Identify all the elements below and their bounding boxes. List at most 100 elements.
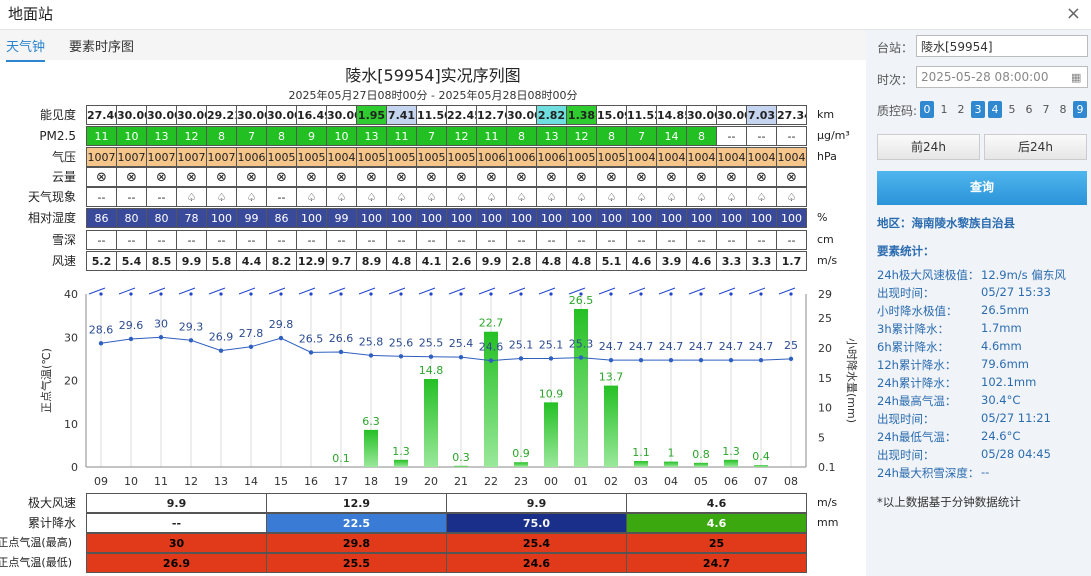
y-left-tick: 40	[64, 288, 78, 301]
table-cell: 12	[176, 126, 207, 146]
precip-bar	[574, 308, 588, 467]
table-cell: 11	[386, 126, 417, 146]
stat-value: --	[981, 465, 990, 479]
temperature-line	[100, 336, 792, 362]
table-cell: 100	[746, 208, 777, 228]
summary-cell: 9.9	[86, 493, 267, 513]
table-cell: --	[356, 230, 387, 250]
summary-cell: 25.5	[266, 553, 447, 573]
close-icon[interactable]: ×	[1066, 3, 1081, 24]
table-cell: 29.21	[206, 105, 237, 125]
table-cell: 100	[776, 208, 807, 228]
table-cell: 4.6	[626, 251, 657, 271]
table-cell: 11	[476, 126, 507, 146]
qc-code-toggle[interactable]: 2	[954, 101, 968, 118]
qc-code-toggle[interactable]: 6	[1022, 101, 1036, 118]
x-tick: 20	[424, 475, 438, 488]
row-unit: hPa	[817, 150, 837, 163]
wind-barb-dot	[249, 292, 253, 296]
qc-code-toggle[interactable]: 8	[1056, 101, 1070, 118]
wind-barb	[88, 287, 106, 295]
table-cell: ⊗	[386, 167, 417, 187]
time-input[interactable]	[916, 66, 1088, 88]
tab-element-series[interactable]: 要素时序图	[69, 36, 134, 55]
temperature-label: 30	[154, 317, 168, 330]
stat-key: 12h累计降水：	[877, 358, 957, 372]
qc-code-toggle[interactable]: 1	[937, 101, 951, 118]
table-cell: --	[296, 230, 327, 250]
table-cell: ⊗	[236, 167, 267, 187]
table-cell: ⊗	[446, 167, 477, 187]
qc-code-toggle[interactable]: 4	[988, 101, 1002, 118]
chart-svg: 403020100292520151050.1正点气温(℃) 小时降水量(mm)0…	[39, 287, 859, 488]
table-cell: ♤	[656, 187, 687, 207]
summary-unit: m/s	[817, 496, 838, 509]
temperature-point	[608, 357, 614, 363]
prev-24h-button[interactable]: 前24h	[877, 134, 980, 160]
tab-weather-clock[interactable]: 天气钟	[6, 36, 46, 62]
table-cell: 8	[206, 126, 237, 146]
temperature-label: 24.7	[599, 340, 624, 353]
x-tick: 11	[154, 475, 168, 488]
table-cell: 5.1	[596, 251, 627, 271]
x-tick: 15	[274, 475, 288, 488]
precip-bar	[724, 459, 738, 467]
table-cell: 100	[656, 208, 687, 228]
summary-cell: 25.4	[446, 533, 627, 553]
table-cell: 30.00	[176, 105, 207, 125]
qc-code-toggle[interactable]: 9	[1073, 101, 1087, 118]
temperature-point	[128, 336, 134, 342]
precip-label: 0.4	[752, 450, 770, 463]
precip-label: 0.3	[452, 451, 470, 464]
table-cell: 100	[476, 208, 507, 228]
table-cell: ⊗	[356, 167, 387, 187]
wind-barb	[508, 287, 526, 295]
table-cell: ⊗	[686, 167, 717, 187]
qc-code-toggle[interactable]: 3	[971, 101, 985, 118]
temperature-label: 26.5	[299, 332, 324, 345]
wind-barb-dot	[639, 292, 643, 296]
table-cell: ♤	[236, 187, 267, 207]
wind-barb-dot	[399, 292, 403, 296]
table-cell: ♤	[416, 187, 447, 207]
y-right-tick: 5	[818, 432, 825, 445]
qc-code-toggle[interactable]: 0	[920, 101, 934, 118]
row-label: 雪深	[51, 233, 76, 247]
query-button[interactable]: 查询	[877, 171, 1087, 205]
wind-barb	[778, 287, 796, 295]
temperature-label: 25.1	[509, 338, 534, 351]
table-cell: ♤	[776, 187, 807, 207]
y-left-tick: 10	[64, 418, 78, 431]
table-cell: --	[386, 230, 417, 250]
table-cell: ⊗	[266, 167, 297, 187]
table-cell: 1005	[596, 147, 627, 167]
table-cell: 1.95	[356, 105, 387, 125]
table-cell: 5.8	[206, 251, 237, 271]
station-input[interactable]	[916, 35, 1088, 57]
row-label: 云量	[51, 170, 76, 184]
table-cell: ♤	[566, 187, 597, 207]
table-cell: --	[266, 230, 297, 250]
next-24h-button[interactable]: 后24h	[984, 134, 1087, 160]
table-cell: 99	[236, 208, 267, 228]
wind-barb-dot	[99, 292, 103, 296]
table-cell: 100	[686, 208, 717, 228]
temperature-label: 24.7	[749, 340, 774, 353]
temperature-point	[788, 356, 794, 362]
table-cell: ⊗	[146, 167, 177, 187]
table-cell: --	[266, 187, 297, 207]
table-cell: --	[776, 230, 807, 250]
temperature-label: 24.7	[659, 340, 684, 353]
table-cell: 100	[716, 208, 747, 228]
calendar-icon[interactable]: ▦	[1071, 71, 1081, 84]
qc-code-toggle[interactable]: 7	[1039, 101, 1053, 118]
summary-cell: --	[86, 513, 267, 533]
qc-code-toggle[interactable]: 5	[1005, 101, 1019, 118]
precip-label: 10.9	[539, 387, 564, 400]
wind-barb-dot	[669, 292, 673, 296]
wind-barb	[358, 287, 376, 295]
row-unit: cm	[817, 233, 834, 246]
table-cell: 8	[266, 126, 297, 146]
stat-value: 12.9m/s 偏东风	[981, 268, 1066, 282]
wind-barb	[478, 287, 496, 295]
